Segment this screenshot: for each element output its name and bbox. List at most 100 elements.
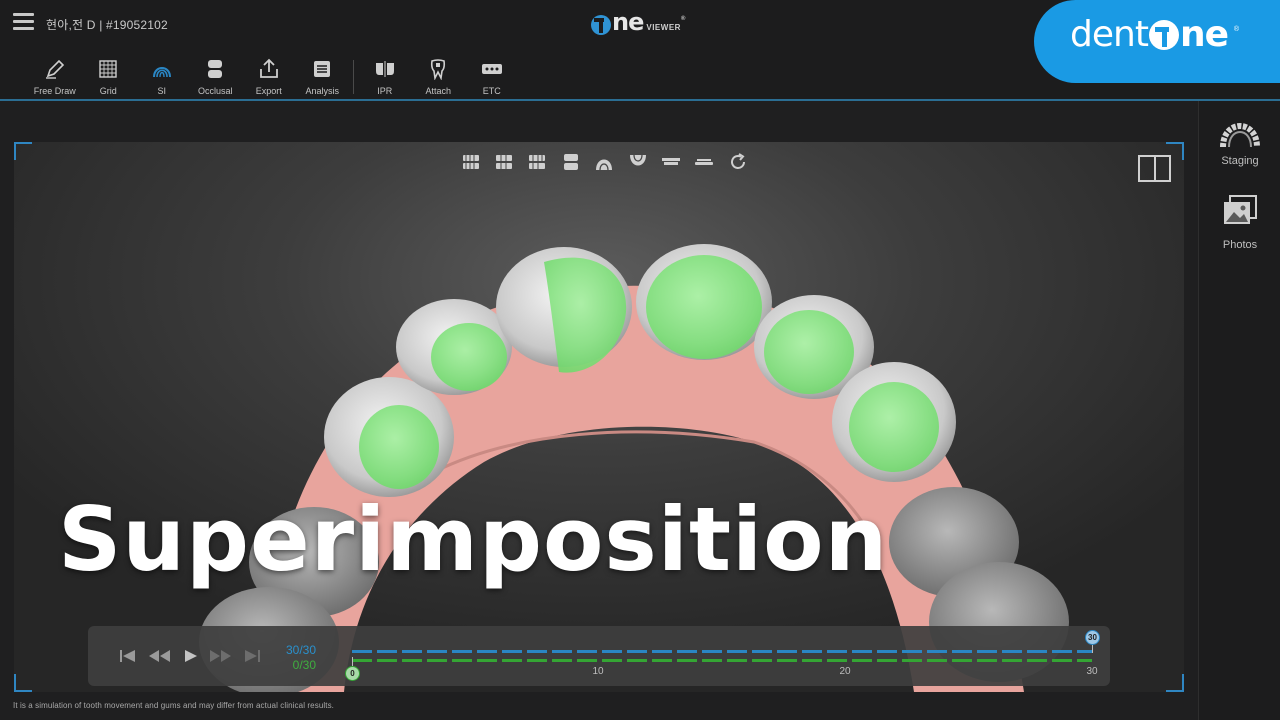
- play-button[interactable]: [174, 646, 205, 666]
- rotate-icon: [730, 153, 745, 169]
- rewind-icon: [148, 650, 170, 662]
- dental-arch-model[interactable]: [14, 142, 1184, 692]
- tool-label: Export: [255, 86, 282, 96]
- tool-attach[interactable]: Attach: [412, 58, 466, 98]
- tool-etc[interactable]: ETC: [465, 58, 519, 98]
- view-lower-icon: [629, 154, 646, 166]
- playback-controls: [112, 646, 267, 666]
- right-panel: Staging Photos: [1198, 101, 1280, 720]
- tool-label: Analysis: [305, 86, 339, 96]
- skip-start-button[interactable]: [112, 646, 143, 666]
- dentone-brand-badge: dent ne ®: [1034, 0, 1280, 83]
- photos-label: Photos: [1222, 239, 1258, 251]
- viewport-corner: [14, 674, 32, 692]
- viewer-logo-sub: VIEWER: [646, 23, 681, 32]
- view-left-icon: [529, 155, 546, 169]
- rewind-button[interactable]: [143, 646, 174, 666]
- tick-label: 30: [1086, 666, 1098, 677]
- tool-label: ETC: [482, 86, 501, 96]
- view-upper-icon: [596, 159, 613, 171]
- grid-icon: [99, 60, 117, 78]
- viewport-corner: [1166, 674, 1184, 692]
- skip-end-icon: [244, 650, 260, 662]
- view-bite-icon: [662, 158, 681, 165]
- ipr-icon: [375, 61, 394, 77]
- blue-step-count: 30/30: [285, 643, 316, 657]
- viewport-corner: [1166, 142, 1184, 160]
- tick-label: 20: [839, 666, 851, 677]
- oneviewer-logo: ne VIEWER ®: [590, 8, 686, 36]
- viewport-corner: [14, 142, 32, 160]
- brand-one-icon: [1148, 20, 1179, 50]
- fast-forward-icon: [209, 650, 231, 662]
- tool-label: Free Draw: [33, 86, 76, 96]
- tool-export[interactable]: Export: [242, 58, 296, 98]
- fast-forward-button[interactable]: [205, 646, 236, 666]
- tool-analysis[interactable]: Analysis: [296, 58, 350, 98]
- occlusal-icon: [208, 60, 223, 78]
- step-counts: 30/30 0/30: [276, 643, 316, 673]
- overlay-title: Superimposition: [58, 488, 889, 591]
- disclaimer-text: It is a simulation of tooth movement and…: [13, 701, 334, 710]
- brand-reg: ®: [1233, 26, 1239, 33]
- play-icon: [184, 650, 197, 662]
- green-step-marker[interactable]: 0: [345, 666, 360, 681]
- viewer-logo-reg: ®: [680, 16, 686, 22]
- view-back-button[interactable]: [554, 150, 587, 174]
- superimposition-icon: [152, 67, 171, 78]
- view-front-icon: [462, 155, 479, 169]
- end-marker-stem: [1092, 645, 1093, 653]
- toolbar-divider: [353, 60, 354, 94]
- photos-icon: [1224, 195, 1257, 224]
- tool-label: Grid: [99, 86, 117, 96]
- brand-logo: dent ne: [1070, 14, 1229, 55]
- staging-label: Staging: [1221, 155, 1259, 167]
- photos-button[interactable]: Photos: [1199, 193, 1280, 251]
- brand-text-right: ne: [1179, 14, 1229, 55]
- tool-grid[interactable]: Grid: [82, 58, 136, 98]
- playback-bar: 30/30 0/30 30 0 10 20 30: [88, 626, 1110, 686]
- tool-si[interactable]: SI: [135, 58, 189, 98]
- green-step-count: 0/30: [292, 658, 316, 672]
- one-logo-icon: [591, 15, 611, 35]
- view-right-icon: [496, 155, 513, 169]
- view-left-button[interactable]: [521, 150, 554, 174]
- more-icon: [481, 64, 502, 74]
- top-header: 현아,전 D | #19052102 ne VIEWER ® Free Draw…: [0, 0, 1280, 101]
- tick-label: 10: [592, 666, 604, 677]
- skip-start-icon: [119, 650, 135, 662]
- blue-track[interactable]: [352, 650, 1092, 653]
- 3d-viewport[interactable]: [14, 142, 1184, 692]
- view-open-icon: [695, 159, 714, 165]
- step-timeline[interactable]: 30 0 10 20 30: [345, 630, 1100, 681]
- blue-step-marker[interactable]: 30: [1085, 630, 1100, 645]
- tool-label: SI: [157, 86, 166, 96]
- view-open-button[interactable]: [688, 150, 721, 174]
- view-orientation-toolbar: [454, 150, 755, 174]
- view-lower-button[interactable]: [621, 150, 654, 174]
- analysis-icon: [314, 61, 331, 77]
- pencil-icon: [45, 59, 64, 79]
- tool-label: Attach: [425, 86, 451, 96]
- tool-label: Occlusal: [197, 86, 233, 96]
- view-front-button[interactable]: [454, 150, 487, 174]
- export-icon: [259, 58, 278, 78]
- attach-icon: [431, 59, 446, 80]
- tool-free-draw[interactable]: Free Draw: [28, 58, 82, 98]
- staging-button[interactable]: Staging: [1199, 109, 1280, 167]
- view-right-button[interactable]: [487, 150, 520, 174]
- view-upper-button[interactable]: [588, 150, 621, 174]
- view-back-icon: [563, 154, 578, 170]
- tool-ipr[interactable]: IPR: [358, 58, 412, 98]
- main-toolbar: Free Draw Grid SI Occlusal Export Analys…: [28, 58, 519, 98]
- viewer-logo-text: ne: [612, 8, 644, 36]
- staging-arch-icon: [1220, 123, 1260, 148]
- view-bite-button[interactable]: [654, 150, 687, 174]
- brand-text-left: dent: [1070, 14, 1149, 55]
- tool-occlusal[interactable]: Occlusal: [189, 58, 243, 98]
- hamburger-menu-icon[interactable]: [13, 13, 34, 32]
- skip-end-button[interactable]: [236, 646, 267, 666]
- green-track[interactable]: [352, 659, 1092, 662]
- tool-label: IPR: [377, 86, 393, 96]
- rotate-button[interactable]: [721, 150, 754, 174]
